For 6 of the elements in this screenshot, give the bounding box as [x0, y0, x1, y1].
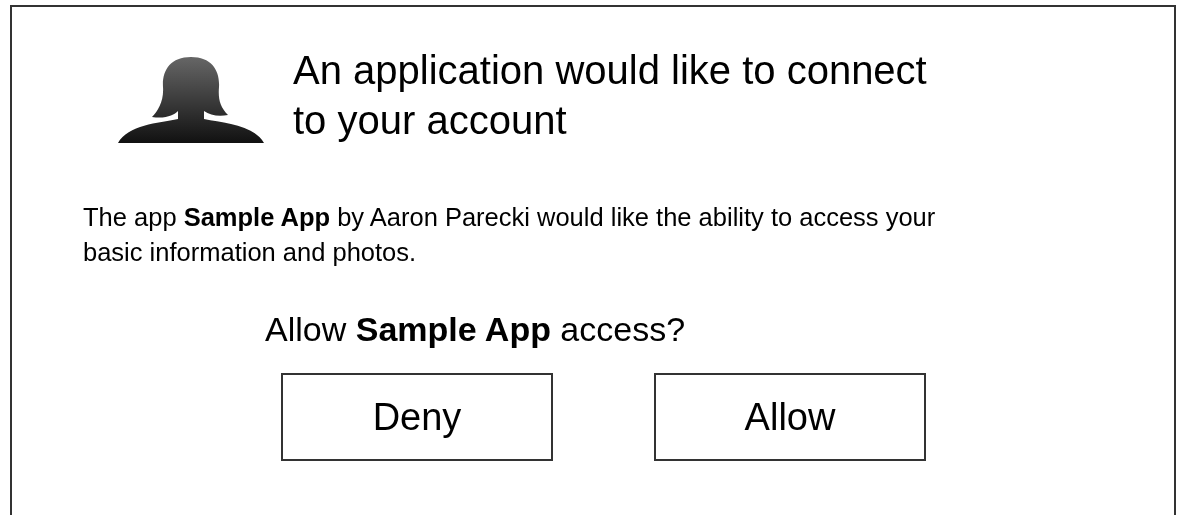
access-question: Allow Sample App access?	[265, 309, 687, 350]
dialog-button[interactable]: Allow	[654, 373, 926, 461]
avatar-icon	[118, 57, 264, 143]
dialog-title: An application would like to connect to your account	[293, 47, 928, 144]
description-text: The app Sample App by Aaron Parecki would like the ability to access your basic information and photos.	[83, 202, 937, 268]
dialog-button[interactable]: Deny	[281, 373, 553, 461]
